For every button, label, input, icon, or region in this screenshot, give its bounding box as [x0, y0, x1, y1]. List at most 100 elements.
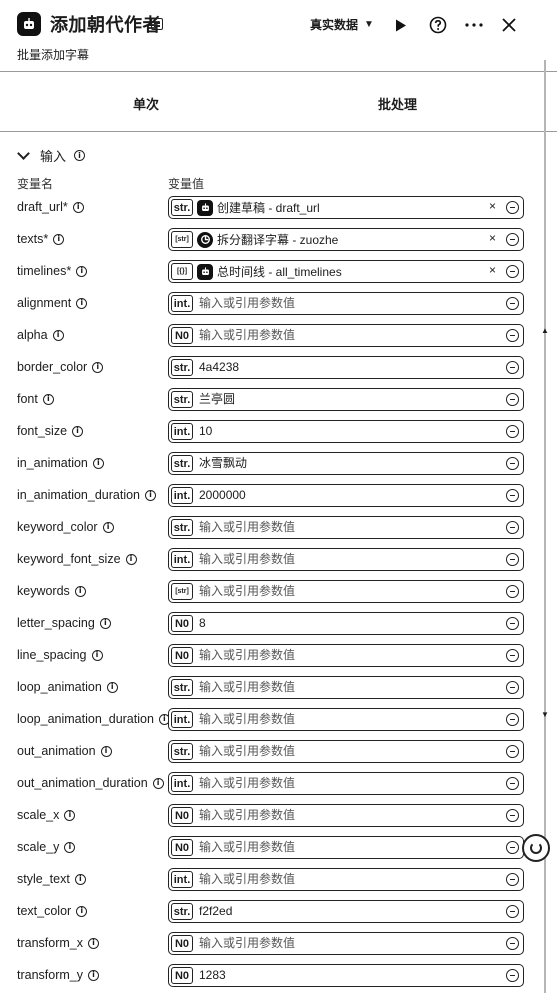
info-icon[interactable]: i: [64, 809, 76, 821]
param-input-placeholder[interactable]: 输入或引用参数值: [199, 840, 295, 855]
variable-picker-icon[interactable]: [506, 233, 519, 246]
info-icon[interactable]: i: [152, 777, 164, 789]
variable-picker-icon[interactable]: [506, 873, 519, 886]
variable-picker-icon[interactable]: [506, 393, 519, 406]
param-input-placeholder[interactable]: 输入或引用参数值: [199, 552, 295, 567]
more-icon[interactable]: [463, 14, 485, 36]
variable-picker-icon[interactable]: [506, 777, 519, 790]
param-input-field[interactable]: N0 输入或引用参数值: [168, 324, 524, 347]
variable-picker-icon[interactable]: [506, 905, 519, 918]
scroll-up-icon[interactable]: ▲: [541, 326, 549, 335]
info-icon[interactable]: i: [88, 969, 99, 981]
info-icon[interactable]: i: [72, 425, 84, 437]
info-icon[interactable]: i: [145, 489, 157, 501]
variable-picker-icon[interactable]: [506, 841, 519, 854]
info-icon[interactable]: i: [91, 649, 103, 661]
param-input-value[interactable]: f2f2ed: [199, 904, 232, 919]
param-input-field[interactable]: str. 兰亭圆: [168, 388, 524, 411]
param-input-placeholder[interactable]: 输入或引用参数值: [199, 936, 295, 951]
param-input-field[interactable]: [str] 输入或引用参数值: [168, 580, 524, 603]
param-input-field[interactable]: int. 输入或引用参数值: [168, 292, 524, 315]
variable-picker-icon[interactable]: [506, 649, 519, 662]
param-input-field[interactable]: N0 输入或引用参数值: [168, 804, 524, 827]
param-input-field[interactable]: N0 1283: [168, 964, 524, 987]
param-input-field[interactable]: [str] 拆分翻译字幕 - zuozhe ×: [168, 228, 524, 251]
variable-picker-icon[interactable]: [506, 329, 519, 342]
reference-chip[interactable]: 创建草稿 - draft_url: [197, 198, 477, 217]
param-input-field[interactable]: int. 输入或引用参数值: [168, 868, 524, 891]
info-icon[interactable]: i: [76, 905, 88, 917]
param-input-field[interactable]: N0 输入或引用参数值: [168, 644, 524, 667]
variable-picker-icon[interactable]: [506, 297, 519, 310]
param-input-value[interactable]: 10: [199, 424, 212, 439]
info-icon[interactable]: i: [125, 553, 137, 565]
variable-picker-icon[interactable]: [506, 745, 519, 758]
variable-picker-icon[interactable]: [506, 489, 519, 502]
param-input-field[interactable]: str. 输入或引用参数值: [168, 676, 524, 699]
clear-icon[interactable]: ×: [489, 231, 496, 245]
param-input-placeholder[interactable]: 输入或引用参数值: [199, 680, 295, 695]
info-icon[interactable]: i: [74, 150, 86, 161]
param-input-placeholder[interactable]: 输入或引用参数值: [199, 584, 295, 599]
param-input-field[interactable]: int. 输入或引用参数值: [168, 708, 524, 731]
tab-batch[interactable]: 批处理: [378, 94, 417, 113]
variable-picker-icon[interactable]: [506, 521, 519, 534]
reference-chip[interactable]: 总时间线 - all_timelines: [197, 262, 477, 281]
reference-chip[interactable]: 拆分翻译字幕 - zuozhe: [197, 230, 477, 249]
param-input-placeholder[interactable]: 输入或引用参数值: [199, 744, 295, 759]
input-section-toggle[interactable]: 输入 i: [17, 146, 86, 165]
param-input-field[interactable]: N0 8: [168, 612, 524, 635]
variable-picker-icon[interactable]: [506, 937, 519, 950]
info-icon[interactable]: i: [102, 521, 114, 533]
param-input-value[interactable]: 8: [199, 616, 206, 631]
param-input-field[interactable]: str. 创建草稿 - draft_url ×: [168, 196, 524, 219]
variable-picker-icon[interactable]: [506, 585, 519, 598]
help-icon[interactable]: [427, 14, 449, 36]
param-input-field[interactable]: str. 4a4238: [168, 356, 524, 379]
param-input-field[interactable]: [{}] 总时间线 - all_timelines ×: [168, 260, 524, 283]
play-icon[interactable]: [390, 14, 412, 36]
info-icon[interactable]: i: [92, 457, 104, 469]
clear-icon[interactable]: ×: [489, 263, 496, 277]
variable-picker-icon[interactable]: [506, 713, 519, 726]
param-input-placeholder[interactable]: 输入或引用参数值: [199, 872, 295, 887]
param-input-field[interactable]: str. f2f2ed: [168, 900, 524, 923]
variable-picker-icon[interactable]: [506, 265, 519, 278]
param-input-placeholder[interactable]: 输入或引用参数值: [199, 296, 295, 311]
info-icon[interactable]: i: [42, 393, 54, 405]
info-icon[interactable]: i: [74, 585, 86, 597]
variable-picker-icon[interactable]: [506, 201, 519, 214]
scroll-down-icon[interactable]: ▼: [541, 710, 549, 719]
clear-icon[interactable]: ×: [489, 199, 496, 213]
info-icon[interactable]: i: [88, 937, 99, 949]
info-icon[interactable]: i: [74, 873, 86, 885]
info-icon[interactable]: i: [52, 329, 64, 341]
param-input-value[interactable]: 冰雪飘动: [199, 456, 247, 471]
close-icon[interactable]: [498, 14, 520, 36]
variable-picker-icon[interactable]: [506, 809, 519, 822]
param-input-field[interactable]: str. 输入或引用参数值: [168, 516, 524, 539]
param-input-value[interactable]: 2000000: [199, 488, 246, 503]
param-input-placeholder[interactable]: 输入或引用参数值: [199, 328, 295, 343]
param-input-placeholder[interactable]: 输入或引用参数值: [199, 648, 295, 663]
info-icon[interactable]: i: [76, 265, 88, 277]
param-input-value[interactable]: 兰亭圆: [199, 392, 235, 407]
param-input-field[interactable]: int. 2000000: [168, 484, 524, 507]
param-input-field[interactable]: int. 输入或引用参数值: [168, 548, 524, 571]
param-input-field[interactable]: str. 冰雪飘动: [168, 452, 524, 475]
variable-picker-icon[interactable]: [506, 457, 519, 470]
variable-picker-icon[interactable]: [506, 617, 519, 630]
variable-picker-icon[interactable]: [506, 361, 519, 374]
variable-picker-icon[interactable]: [506, 553, 519, 566]
param-input-value[interactable]: 1283: [199, 968, 226, 983]
param-input-value[interactable]: 4a4238: [199, 360, 239, 375]
edit-title-icon[interactable]: [151, 18, 163, 30]
info-icon[interactable]: i: [53, 233, 65, 245]
data-mode-dropdown[interactable]: 真实数据 ▼: [310, 16, 374, 33]
info-icon[interactable]: i: [99, 617, 111, 629]
refresh-floating-button[interactable]: [522, 834, 550, 862]
param-input-placeholder[interactable]: 输入或引用参数值: [199, 776, 295, 791]
info-icon[interactable]: i: [100, 745, 112, 757]
variable-picker-icon[interactable]: [506, 681, 519, 694]
info-icon[interactable]: i: [64, 841, 76, 853]
